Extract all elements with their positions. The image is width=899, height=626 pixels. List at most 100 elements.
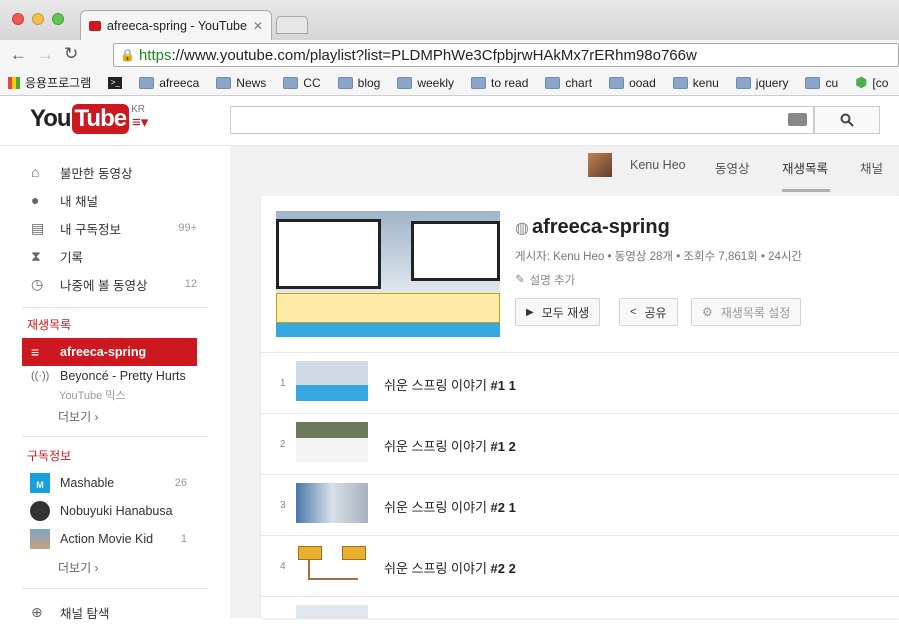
play-all-button[interactable]: ▶ 모두 재생: [515, 298, 601, 326]
close-window-icon[interactable]: [12, 13, 24, 25]
browser-tab[interactable]: afreeca-spring - YouTube ✕: [80, 10, 272, 40]
guide-menu-icon[interactable]: ≡▾: [132, 113, 148, 131]
search-input[interactable]: [230, 106, 814, 134]
reload-icon[interactable]: ↻: [64, 44, 78, 64]
share-icon: <: [630, 306, 637, 318]
sidebar-item-label: 나중에 볼 동영상: [60, 278, 148, 293]
forward-arrow-icon[interactable]: →: [37, 45, 54, 65]
keyboard-icon[interactable]: [788, 113, 807, 126]
more-link[interactable]: 더보기 ›: [58, 408, 98, 425]
close-tab-icon[interactable]: ✕: [253, 19, 263, 33]
playlist-settings-button[interactable]: ⚙ 재생목록 설정: [691, 298, 802, 326]
zoom-window-icon[interactable]: [52, 13, 64, 25]
sidebar-item-subscriptions[interactable]: ▤ 내 구독정보 99+: [22, 214, 197, 242]
bookmark-folder[interactable]: weekly: [397, 76, 467, 90]
sidebar-item-label: 기록: [60, 250, 84, 265]
list-item[interactable]: 2 쉬운 스프링 이야기 #1 2: [261, 413, 899, 474]
tab-playlists[interactable]: 재생목록: [782, 158, 830, 192]
browser-titlebar: afreeca-spring - YouTube ✕: [0, 0, 899, 40]
sidebar-item-subscription[interactable]: Nobuyuki Hanabusa: [22, 497, 197, 525]
youtube-logo[interactable]: You Tube KR: [30, 104, 145, 134]
divider: [22, 588, 208, 589]
clock-icon: ◷: [31, 275, 44, 292]
bookmark-label: cu: [825, 75, 839, 90]
bookmark-label: CC: [303, 75, 321, 90]
share-button[interactable]: < 공유: [619, 298, 678, 326]
video-title[interactable]: 쉬운 스프링 이야기 #1 2: [384, 436, 516, 455]
video-index: 2: [280, 439, 286, 450]
bookmark-folder[interactable]: afreeca: [139, 76, 212, 90]
divider: [22, 307, 208, 308]
video-thumbnail[interactable]: [296, 361, 368, 401]
add-description-link[interactable]: ✎ 설명 추가: [515, 272, 575, 288]
count-badge: 12: [184, 278, 197, 290]
channel-avatar[interactable]: [588, 153, 612, 177]
playlists-heading[interactable]: 재생목록: [27, 316, 71, 333]
video-index: 1: [280, 378, 286, 389]
bookmark-terminal[interactable]: >_: [108, 76, 135, 89]
sidebar-item-label: Nobuyuki Hanabusa: [60, 504, 173, 518]
play-all-label: 모두 재생: [541, 305, 590, 320]
sidebar-item-subscription[interactable]: Action Movie Kid 1: [22, 525, 197, 553]
back-arrow-icon[interactable]: ←: [10, 45, 27, 65]
video-title[interactable]: 쉬운 스프링 이야기 #1 1: [384, 375, 516, 394]
sidebar-item-my-channel[interactable]: ● 내 채널: [22, 186, 197, 214]
bookmark-label: [co: [872, 75, 889, 90]
more-link[interactable]: 더보기 ›: [58, 559, 98, 576]
subscriptions-icon: ▤: [31, 219, 45, 236]
bookmark-folder[interactable]: jquery: [735, 76, 802, 90]
tab-title: afreeca-spring - YouTube: [107, 18, 247, 33]
tab-videos[interactable]: 동영상: [715, 158, 750, 177]
video-title-text: 쉬운 스프링 이야기: [384, 439, 491, 454]
new-tab-button[interactable]: [276, 16, 308, 34]
sidebar-item-home[interactable]: ⌂ 불만한 동영상: [22, 158, 197, 186]
list-item[interactable]: [261, 596, 899, 619]
folder-icon: [337, 76, 353, 89]
bookmark-folder[interactable]: ooad: [609, 76, 669, 90]
video-title[interactable]: 쉬운 스프링 이야기 #2 2: [384, 558, 516, 577]
bookmark-apps[interactable]: 응용프로그램: [8, 74, 104, 91]
bookmark-folder[interactable]: blog: [337, 76, 394, 90]
search-button[interactable]: [814, 106, 880, 134]
share-label: 공유: [644, 305, 667, 320]
subscriptions-heading[interactable]: 구독정보: [27, 447, 71, 464]
list-item[interactable]: 4 쉬운 스프링 이야기 #2 2: [261, 535, 899, 596]
minimize-window-icon[interactable]: [32, 13, 44, 25]
home-icon: ⌂: [31, 164, 40, 180]
sidebar-item-watch-later[interactable]: ◷ 나중에 볼 동영상 12: [22, 270, 197, 298]
sidebar-item-subscription[interactable]: M Mashable 26: [22, 469, 197, 497]
bookmark-label: News: [236, 75, 267, 90]
sidebar-item-mix[interactable]: ((·)) Beyoncé - Pretty Hurts: [22, 366, 197, 386]
folder-icon: [139, 76, 155, 89]
list-item[interactable]: 3 쉬운 스프링 이야기 #2 1: [261, 474, 899, 535]
playlist-title: afreeca-spring: [531, 216, 670, 238]
bookmark-folder[interactable]: chart: [545, 76, 605, 90]
address-bar[interactable]: 🔒 https ://www.youtube.com/playlist?list…: [113, 43, 899, 67]
search-icon: [840, 113, 854, 127]
video-thumbnail[interactable]: [296, 422, 368, 462]
sidebar-item-history[interactable]: ⧗ 기록: [22, 242, 197, 270]
logo-tube: Tube: [71, 104, 130, 134]
list-item[interactable]: 1 쉬운 스프링 이야기 #1 1: [261, 352, 899, 413]
video-thumbnail[interactable]: [296, 605, 368, 619]
video-thumbnail[interactable]: [296, 483, 368, 523]
radio-waves-icon: ((·)): [31, 370, 50, 382]
bookmark-folder[interactable]: cu: [805, 76, 851, 90]
folder-icon: [545, 76, 561, 89]
bookmark-ext[interactable]: ⬢ [co: [855, 74, 899, 91]
playlist-thumbnail[interactable]: [276, 211, 500, 337]
sidebar-item-browse-channels[interactable]: ⊕ 채널 탐색: [22, 598, 197, 626]
sidebar-item-label: 내 구독정보: [60, 222, 121, 237]
bookmarks-bar: 응용프로그램 >_ afreeca News CC blog weekly to…: [0, 70, 899, 96]
video-title[interactable]: 쉬운 스프링 이야기 #2 1: [384, 497, 516, 516]
sidebar-item-playlist-active[interactable]: ≡ afreeca-spring: [22, 338, 197, 366]
bookmark-folder[interactable]: kenu: [672, 76, 732, 90]
bookmark-folder[interactable]: to read: [471, 76, 541, 90]
bookmark-folder[interactable]: CC: [283, 76, 333, 90]
video-thumbnail[interactable]: [296, 544, 368, 584]
sidebar-item-label: Action Movie Kid: [60, 532, 154, 546]
bookmark-label: weekly: [417, 75, 455, 90]
channel-name-link[interactable]: Kenu Heo: [630, 158, 686, 172]
tab-channel[interactable]: 채널: [860, 158, 883, 177]
bookmark-folder[interactable]: News: [216, 76, 279, 90]
